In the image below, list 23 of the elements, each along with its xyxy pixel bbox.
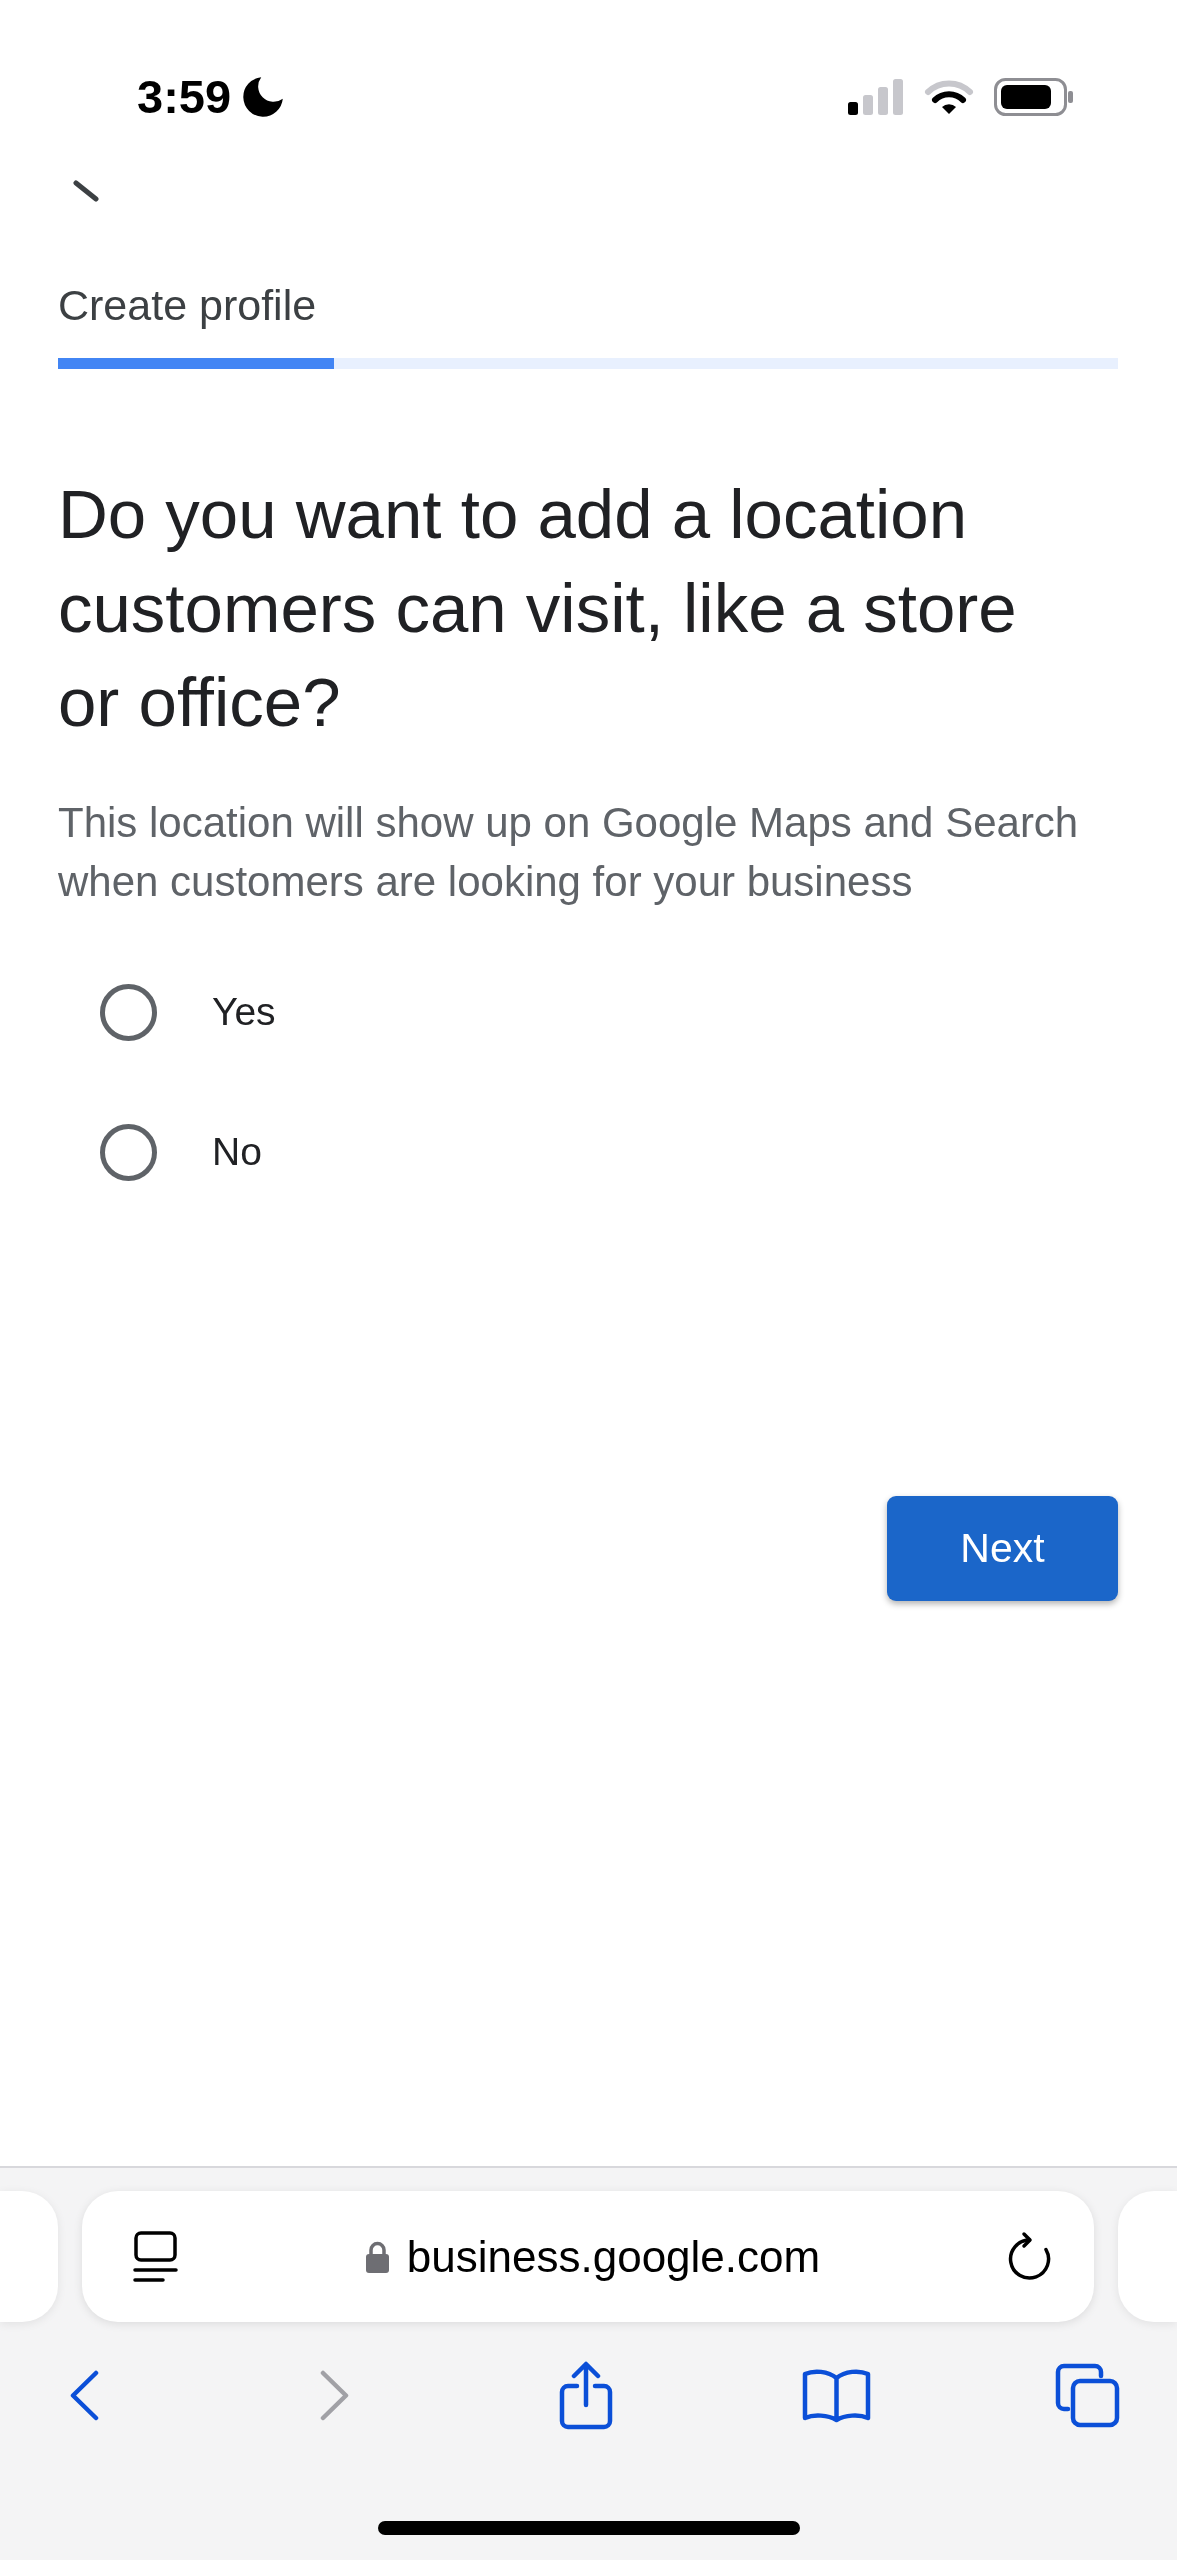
- question-heading: Do you want to add a location customers can visit, like a store or office?: [58, 475, 1018, 743]
- next-button[interactable]: Next: [887, 1496, 1118, 1601]
- radio-button[interactable]: [100, 983, 157, 1041]
- book-icon[interactable]: [801, 2367, 871, 2423]
- back-icon[interactable]: [69, 2369, 99, 2421]
- lock-icon: [364, 2239, 390, 2274]
- reader-icon[interactable]: [133, 2230, 178, 2283]
- chevron-fragment-icon[interactable]: [73, 180, 99, 202]
- battery-icon: [994, 78, 1073, 116]
- question-description: This location will show up on Google Maps and Search when customers are looking for your business: [58, 798, 1080, 907]
- overlapping-squares-icon[interactable]: [1054, 2362, 1120, 2428]
- step-title: Create profile: [58, 280, 318, 330]
- url-text: business.google.com: [406, 2230, 821, 2283]
- reload-icon[interactable]: [1007, 2230, 1052, 2283]
- option-label[interactable]: Yes: [212, 989, 276, 1035]
- radio-button[interactable]: [100, 1123, 157, 1181]
- signal-icon: [848, 79, 904, 115]
- option-label[interactable]: No: [212, 1129, 262, 1175]
- address-bar[interactable]: business.google.com: [82, 2191, 1094, 2322]
- wifi-icon: [924, 79, 974, 115]
- moon-icon: [243, 77, 284, 117]
- status-time: 3:59: [137, 71, 232, 123]
- share-icon[interactable]: [558, 2360, 613, 2430]
